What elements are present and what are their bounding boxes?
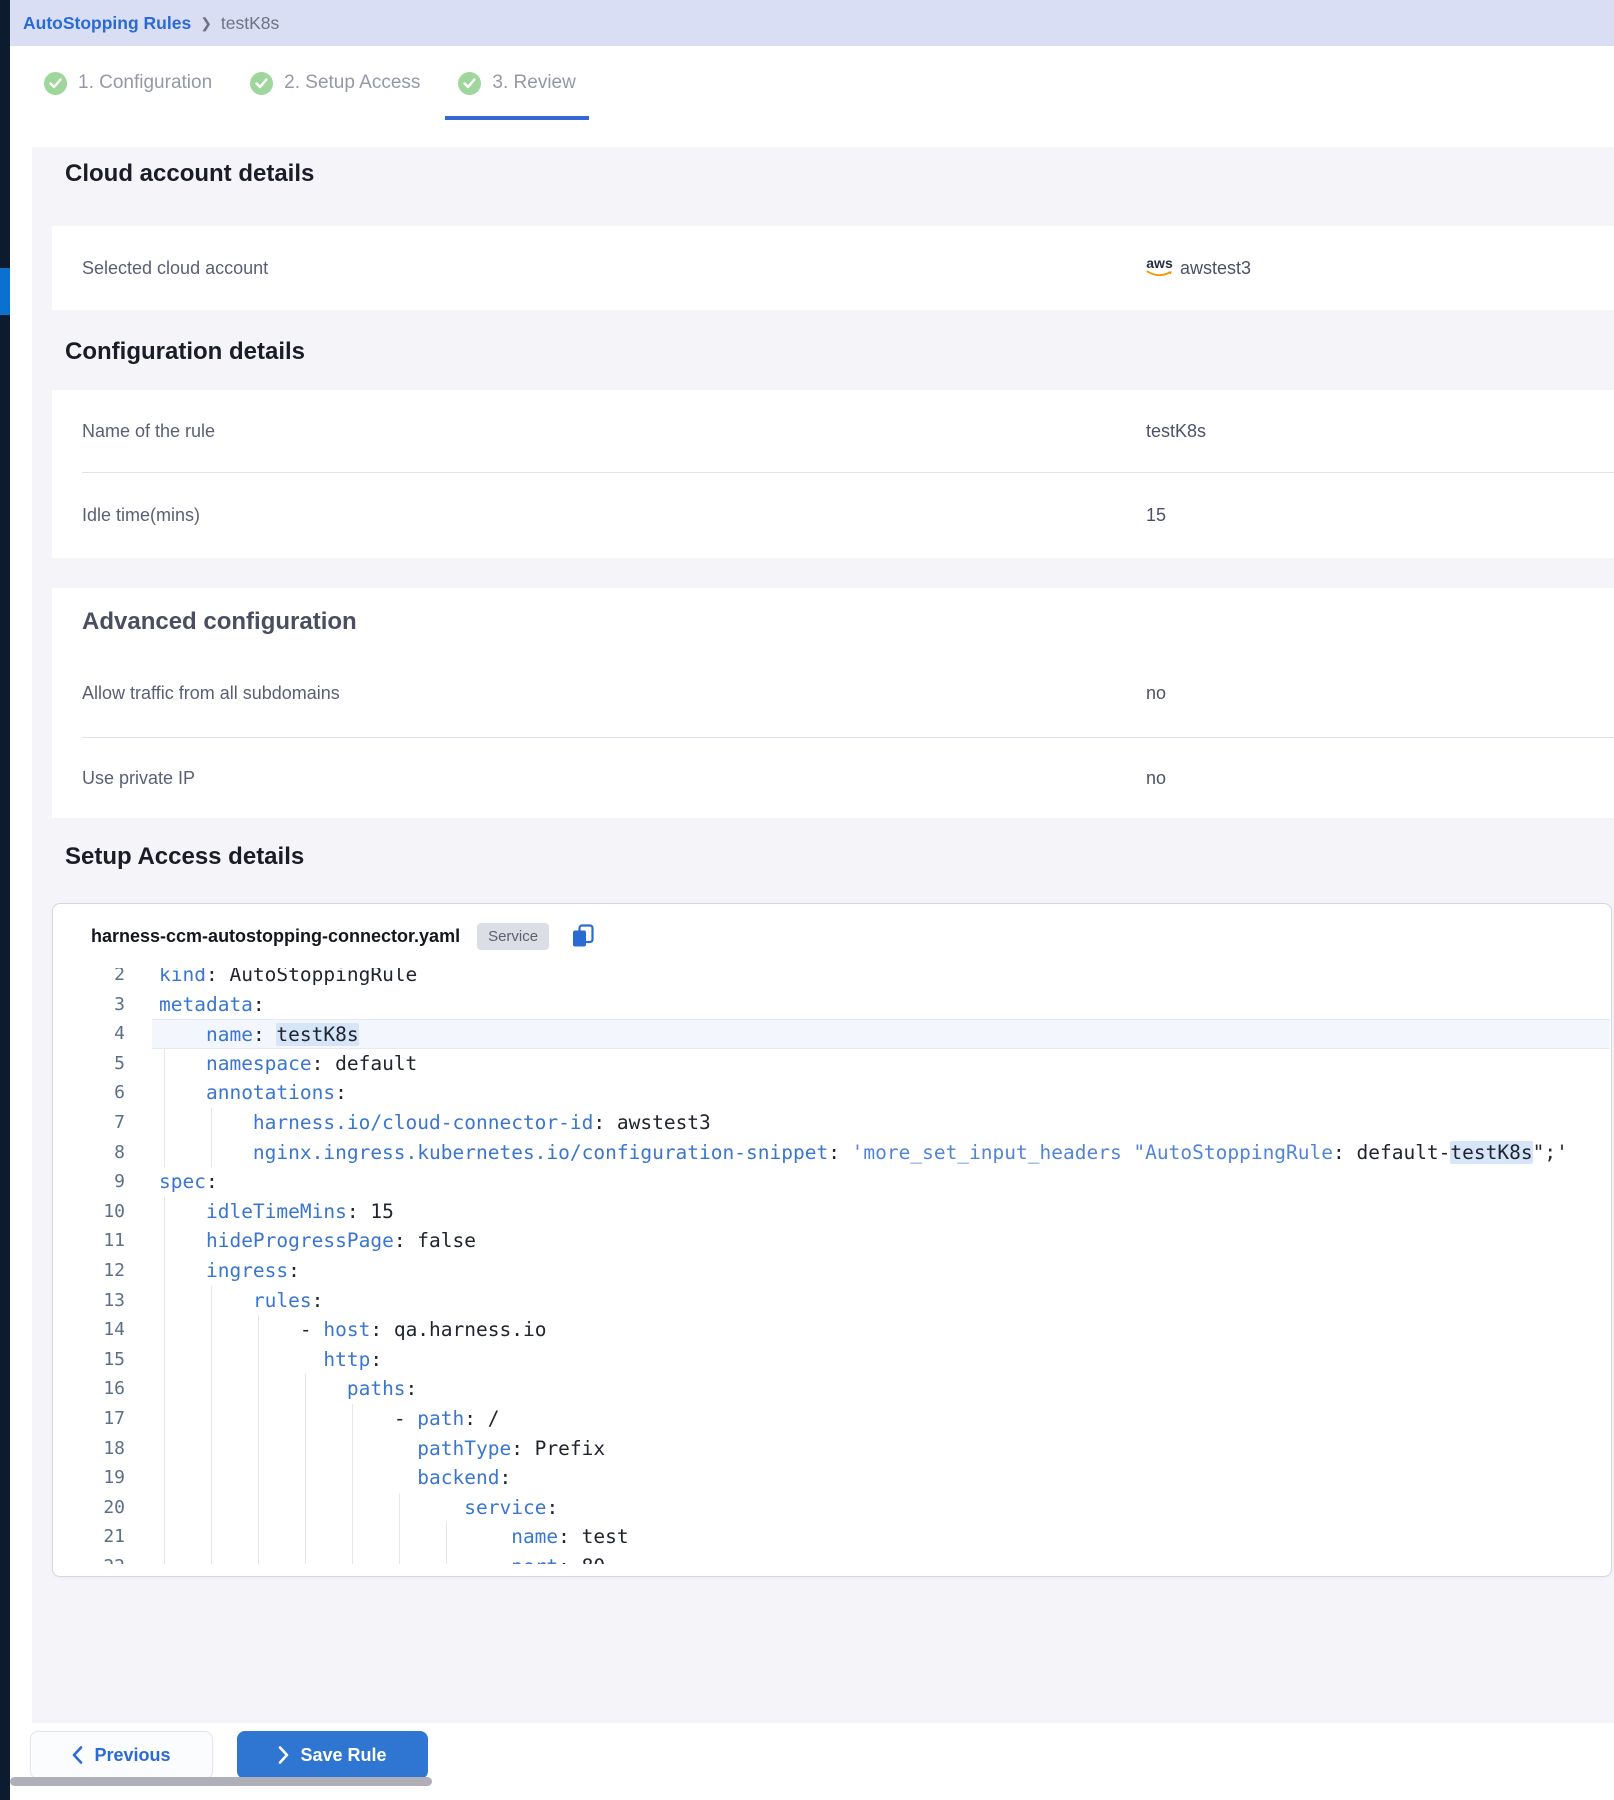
row-label: Name of the rule — [82, 421, 215, 442]
code-line: 2kind: AutoStoppingRule — [54, 968, 1610, 990]
breadcrumb: AutoStopping Rules ❯ testK8s — [10, 0, 1614, 46]
advanced-configuration-card: Advanced configuration Allow traffic fro… — [52, 588, 1614, 818]
aws-logo-icon: aws — [1146, 256, 1173, 278]
code-line: 8 nginx.ingress.kubernetes.io/configurat… — [54, 1138, 1610, 1168]
check-icon — [250, 72, 273, 95]
table-row: Idle time(mins) 15 — [52, 473, 1614, 558]
tab-review[interactable]: 3. Review — [445, 50, 588, 120]
row-value-text: no — [1146, 683, 1166, 704]
section-title-configuration: Configuration details — [65, 338, 305, 366]
service-badge: Service — [477, 923, 549, 950]
check-icon — [458, 72, 481, 95]
code-line: 3metadata: — [54, 990, 1610, 1020]
copy-icon[interactable] — [570, 923, 596, 949]
table-row: Selected cloud account aws awstest3 — [52, 226, 1614, 310]
row-label: Use private IP — [82, 768, 195, 789]
code-line: 18 pathType: Prefix — [54, 1434, 1610, 1464]
code-line: 21 name: test — [54, 1522, 1610, 1552]
row-label: Idle time(mins) — [82, 505, 200, 526]
tab-label: 2. Setup Access — [284, 72, 420, 94]
code-line: 10 idleTimeMins: 15 — [54, 1197, 1610, 1227]
yaml-filename: harness-ccm-autostopping-connector.yaml — [91, 926, 460, 947]
code-line: 17 - path: / — [54, 1404, 1610, 1434]
tab-setup-access[interactable]: 2. Setup Access — [237, 50, 433, 120]
yaml-editor[interactable]: 2kind: AutoStoppingRule3metadata:4 name:… — [54, 968, 1610, 1564]
code-line: 5 namespace: default — [54, 1049, 1610, 1079]
code-line: 16 paths: — [54, 1374, 1610, 1404]
chevron-right-icon — [278, 1746, 289, 1764]
window-left-edge — [0, 0, 10, 1800]
configuration-card: Name of the rule testK8s Idle time(mins)… — [52, 390, 1614, 558]
chevron-right-icon: ❯ — [200, 15, 212, 32]
code-line: 13 rules: — [54, 1286, 1610, 1316]
row-value-text: no — [1146, 768, 1166, 789]
code-line: 6 annotations: — [54, 1078, 1610, 1108]
horizontal-scrollbar-thumb[interactable] — [10, 1777, 432, 1786]
review-panel: Cloud account details Selected cloud acc… — [32, 147, 1614, 1723]
code-line: 12 ingress: — [54, 1256, 1610, 1286]
table-row: Name of the rule testK8s — [52, 390, 1614, 472]
chevron-left-icon — [72, 1746, 83, 1764]
table-row: Allow traffic from all subdomains no — [52, 650, 1614, 737]
breadcrumb-link-autostopping-rules[interactable]: AutoStopping Rules — [23, 13, 191, 34]
cloud-account-value: aws awstest3 — [1146, 258, 1251, 279]
code-line: 20 service: — [54, 1493, 1610, 1523]
section-title-cloud-account: Cloud account details — [65, 160, 314, 188]
cloud-account-card: Selected cloud account aws awstest3 — [52, 226, 1614, 310]
previous-button[interactable]: Previous — [30, 1731, 213, 1779]
code-line: 7 harness.io/cloud-connector-id: awstest… — [54, 1108, 1610, 1138]
row-label: Allow traffic from all subdomains — [82, 683, 340, 704]
save-rule-button-label: Save Rule — [300, 1745, 386, 1766]
row-value-text: 15 — [1146, 505, 1166, 526]
previous-button-label: Previous — [94, 1745, 170, 1766]
code-line: 9spec: — [54, 1167, 1610, 1197]
sidebar-accent-segment — [0, 268, 10, 315]
section-title-advanced: Advanced configuration — [82, 608, 357, 636]
table-row: Use private IP no — [52, 738, 1614, 818]
wizard-steps: 1. Configuration 2. Setup Access 3. Revi… — [10, 46, 1614, 120]
check-icon — [44, 72, 67, 95]
breadcrumb-current: testK8s — [221, 13, 279, 34]
code-line: 22 port: 80 — [54, 1552, 1610, 1564]
section-title-setup-access: Setup Access details — [65, 843, 304, 871]
row-value-text: testK8s — [1146, 421, 1206, 442]
row-value-text: awstest3 — [1180, 258, 1251, 279]
yaml-code-card: harness-ccm-autostopping-connector.yaml … — [52, 903, 1612, 1577]
save-rule-button[interactable]: Save Rule — [237, 1731, 428, 1779]
tab-configuration[interactable]: 1. Configuration — [31, 50, 225, 120]
code-line: 11 hideProgressPage: false — [54, 1226, 1610, 1256]
code-line: 19 backend: — [54, 1463, 1610, 1493]
code-card-header: harness-ccm-autostopping-connector.yaml … — [53, 904, 1611, 968]
code-line: 15 http: — [54, 1345, 1610, 1375]
tab-label: 3. Review — [492, 72, 575, 94]
code-line: 4 name: testK8s — [54, 1019, 1610, 1049]
code-line: 14 - host: qa.harness.io — [54, 1315, 1610, 1345]
tab-label: 1. Configuration — [78, 72, 212, 94]
row-label: Selected cloud account — [82, 258, 268, 279]
